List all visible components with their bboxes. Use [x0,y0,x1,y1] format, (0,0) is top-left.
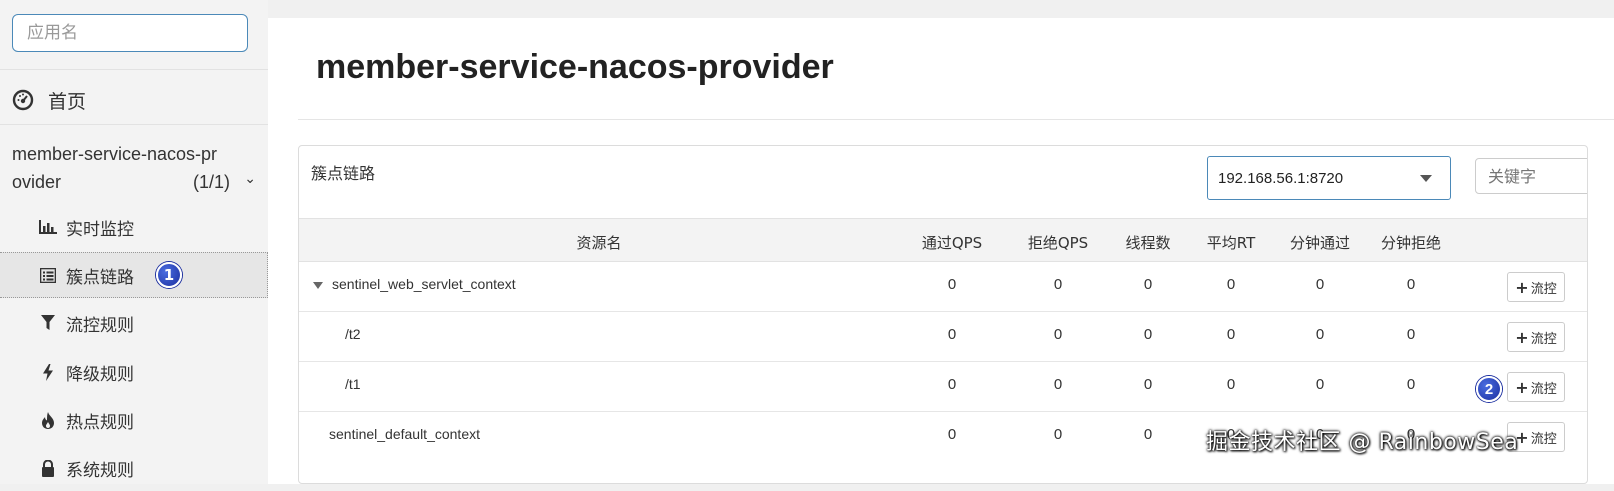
sidebar-item-label: 首页 [48,90,87,113]
app-search: 搜索 [12,14,248,52]
machine-select-value: 192.168.56.1:8720 [1218,169,1344,187]
pass-qps-value: 0 [947,376,957,393]
resource-name-text: sentinel_web_servlet_context [332,276,516,292]
page-title: member-service-nacos-provider [316,48,834,86]
step-marker-1: 1 [156,262,182,288]
column-header-minute-pass: 分钟通过 [1289,234,1350,252]
column-header-minute-block: 分钟拒绝 [1380,234,1441,252]
filter-icon [38,315,58,331]
plus-icon: + [1515,377,1529,397]
collapse-triangle-icon[interactable] [313,281,323,289]
fire-icon [38,411,58,429]
plus-icon: + [1515,277,1529,297]
sidebar-item-home[interactable]: 首页 [12,84,86,116]
resource-name[interactable]: sentinel_web_servlet_context [313,276,516,292]
sidebar-item-label: 实时监控 [66,219,134,240]
button-label: 流控 [1530,281,1557,297]
block-qps-value: 0 [1053,376,1063,393]
title-divider [298,119,1614,120]
column-header-pass-qps: 通过QPS [921,234,983,252]
button-label: 流控 [1530,431,1557,447]
sidebar-item-label: 热点规则 [66,412,134,433]
block-qps-value: 0 [1053,326,1063,343]
table-row: sentinel_web_servlet_context 0 0 0 0 0 0… [299,262,1587,312]
watermark: 掘金技术社区 @ RainbowSea [1206,430,1519,455]
minute-pass-value: 0 [1315,326,1325,343]
sidebar-item-label: 降级规则 [66,364,134,385]
app-search-input[interactable] [13,15,247,51]
lock-icon [38,459,58,477]
sidebar-item-flow-rules[interactable]: 流控规则 [0,300,268,346]
minute-block-value: 0 [1406,276,1416,293]
sidebar-item-system-rules[interactable]: 系统规则 [0,445,268,491]
add-flow-rule-button[interactable]: + 流控 [1507,372,1565,402]
sidebar-divider [0,124,268,125]
column-header-avg-rt: 平均RT [1206,234,1256,252]
table-header: 资源名 通过QPS 拒绝QPS 线程数 平均RT 分钟通过 分钟拒绝 [299,218,1587,262]
block-qps-value: 0 [1053,276,1063,293]
button-label: 流控 [1530,331,1557,347]
plus-icon: + [1515,327,1529,347]
sidebar-item-hotspot-rules[interactable]: 热点规则 [0,397,268,443]
column-header-block-qps: 拒绝QPS [1027,234,1089,252]
sidebar-item-label: 流控规则 [66,315,134,336]
chevron-down-icon: ⌄ [244,170,256,186]
main-content: member-service-nacos-provider 簇点链路 192.1… [268,18,1614,484]
pass-qps-value: 0 [947,426,957,443]
block-qps-value: 0 [1053,426,1063,443]
button-label: 流控 [1530,381,1557,397]
pass-qps-value: 0 [947,326,957,343]
sidebar-item-label: 簇点链路 [66,267,134,288]
column-header-resource: 资源名 [576,234,622,252]
sidebar-item-label: 系统规则 [66,460,134,481]
add-flow-rule-button[interactable]: + 流控 [1507,272,1565,302]
sidebar-item-realtime-monitor[interactable]: 实时监控 [0,204,268,250]
machine-select[interactable]: 192.168.56.1:8720 [1207,156,1451,200]
step-marker-2: 2 [1476,376,1502,402]
sidebar-item-degrade-rules[interactable]: 降级规则 [0,349,268,395]
dashboard-icon [12,89,34,111]
sidebar: 搜索 首页 member-service-nacos-provider (1/1… [0,0,268,484]
minute-block-value: 0 [1406,376,1416,393]
app-group-header[interactable]: member-service-nacos-provider (1/1) ⌄ [12,140,256,196]
sidebar-divider [0,69,268,70]
table-row: /t2 0 0 0 0 0 0 + 流控 [299,312,1587,362]
sidebar-item-cluster-chain[interactable]: 簇点链路 1 [0,252,268,298]
bar-chart-icon [38,220,58,234]
minute-block-value: 0 [1406,326,1416,343]
add-flow-rule-button[interactable]: + 流控 [1507,322,1565,352]
minute-pass-value: 0 [1315,376,1325,393]
resource-name: /t2 [345,326,361,342]
avg-rt-value: 0 [1226,326,1236,343]
caret-down-icon [1420,175,1432,182]
resource-name: /t1 [345,376,361,392]
panel-title: 簇点链路 [311,164,376,183]
avg-rt-value: 0 [1226,376,1236,393]
list-icon [38,267,58,283]
keyword-search-input[interactable] [1475,158,1587,194]
pass-qps-value: 0 [947,276,957,293]
table-row: /t1 0 0 0 0 0 0 + 流控 [299,362,1587,412]
avg-rt-value: 0 [1226,276,1236,293]
instance-count: (1/1) [192,172,230,192]
minute-pass-value: 0 [1315,276,1325,293]
bolt-icon [38,363,58,381]
resource-name: sentinel_default_context [329,426,480,442]
